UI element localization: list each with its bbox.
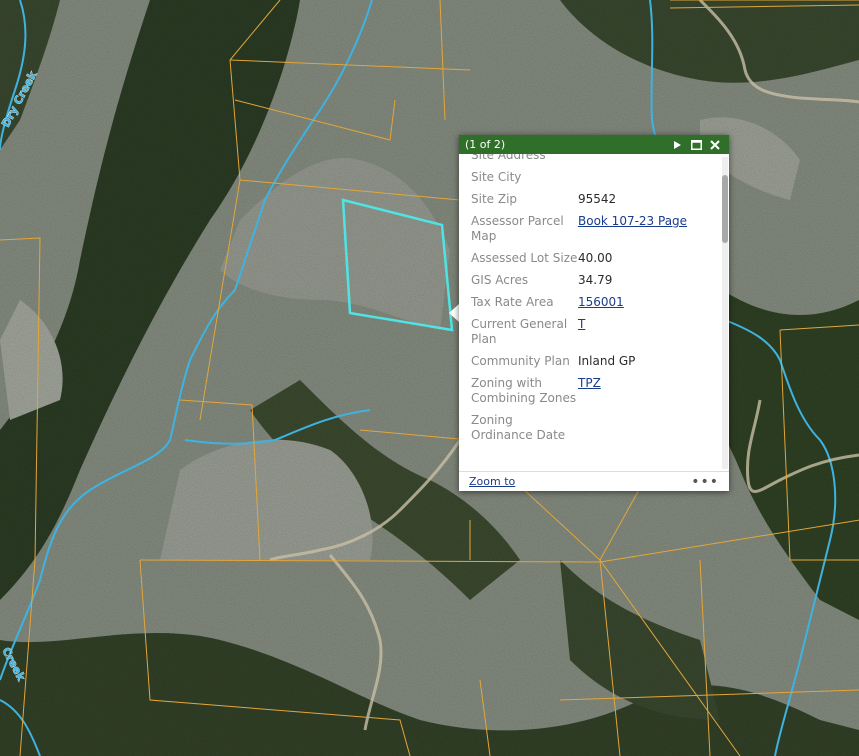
attr-value: 34.79	[578, 273, 613, 287]
attr-value	[578, 154, 718, 163]
map-view[interactable]: Dry Creek Creek	[0, 0, 859, 756]
attr-label: Tax Rate Area	[471, 295, 554, 309]
attr-value: 40.00	[578, 251, 613, 265]
attr-row-zoning-ordinance-date: Zoning Ordinance Date	[471, 413, 721, 443]
maximize-icon	[690, 139, 702, 150]
attr-value	[578, 170, 718, 185]
maximize-button[interactable]	[688, 137, 704, 153]
popup-scrollbar[interactable]	[722, 157, 728, 469]
assessor-parcel-map-link[interactable]: Book 107-23 Page	[578, 214, 718, 244]
popup-attribute-list[interactable]: Site Address Site City Site Zip 95542 As…	[459, 154, 721, 471]
attr-label: Site Zip	[471, 192, 518, 206]
attr-value	[578, 413, 718, 443]
attr-label: Zoning Ordinance Date	[471, 413, 566, 442]
popup-title: (1 of 2)	[465, 138, 506, 151]
popup-header: (1 of 2)	[459, 135, 729, 154]
attr-row-site-city: Site City	[471, 170, 721, 185]
attr-label: Site Address	[471, 154, 546, 162]
attr-label: Site City	[471, 170, 522, 184]
next-feature-button[interactable]	[669, 137, 685, 153]
terrain-layer	[0, 0, 859, 756]
attr-row-site-address: Site Address	[471, 154, 721, 163]
attr-row-current-general-plan: Current General Plan T	[471, 317, 721, 347]
attr-row-assessor-parcel-map: Assessor Parcel Map Book 107-23 Page	[471, 214, 721, 244]
attr-label: Current General Plan	[471, 317, 568, 346]
zoom-to-link[interactable]: Zoom to	[469, 475, 515, 488]
attr-label: Assessed Lot Size	[471, 251, 578, 265]
attr-label: Assessor Parcel Map	[471, 214, 564, 243]
attr-value: Inland GP	[578, 354, 636, 368]
attr-label: Community Plan	[471, 354, 570, 368]
feature-popup: (1 of 2) Site Address Site City Site Zip…	[459, 135, 729, 491]
next-icon	[674, 140, 681, 149]
attr-row-assessed-lot-size: Assessed Lot Size 40.00	[471, 251, 721, 266]
attr-row-gis-acres: GIS Acres 34.79	[471, 273, 721, 288]
popup-pointer	[449, 304, 459, 322]
tax-rate-area-link[interactable]: 156001	[578, 295, 718, 310]
close-button[interactable]	[707, 137, 723, 153]
scrollbar-thumb[interactable]	[722, 175, 728, 243]
more-actions-button[interactable]: •••	[691, 475, 719, 489]
attr-label: Zoning with Combining Zones	[471, 376, 577, 405]
general-plan-link[interactable]: T	[578, 317, 718, 347]
attr-row-site-zip: Site Zip 95542	[471, 192, 721, 207]
attr-row-zoning: Zoning with Combining Zones TPZ	[471, 376, 721, 406]
attr-row-tax-rate-area: Tax Rate Area 156001	[471, 295, 721, 310]
attr-value: 95542	[578, 192, 617, 206]
close-icon	[710, 139, 720, 150]
attr-row-community-plan: Community Plan Inland GP	[471, 354, 721, 369]
popup-footer: Zoom to •••	[459, 471, 729, 491]
attr-label: GIS Acres	[471, 273, 529, 287]
zoning-link[interactable]: TPZ	[578, 376, 718, 406]
